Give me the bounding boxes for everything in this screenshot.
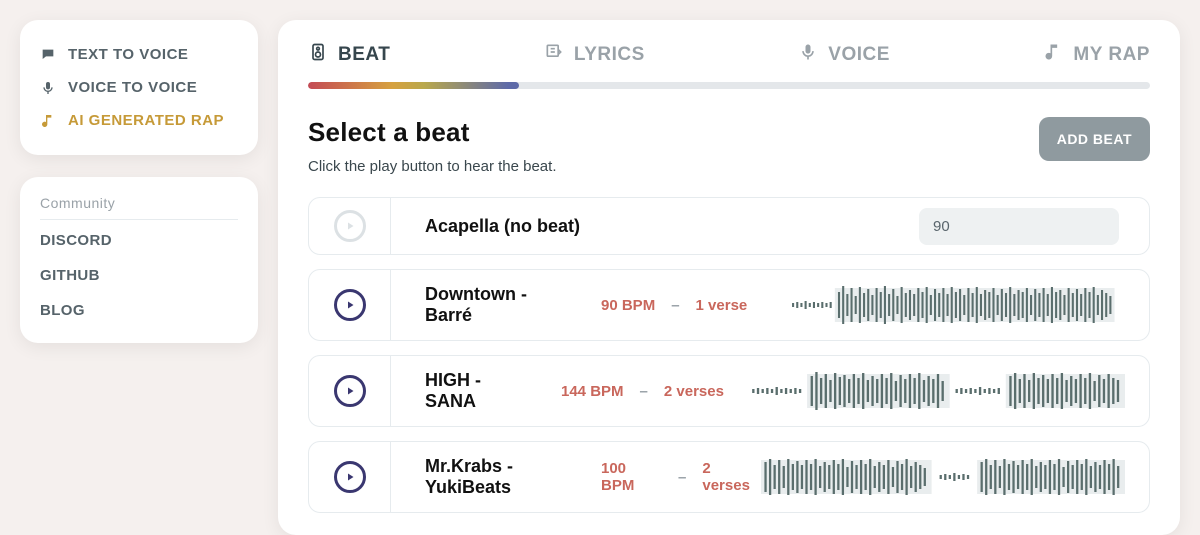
beat-title: Mr.Krabs - YukiBeats xyxy=(391,442,601,512)
beat-verses: 2 verses xyxy=(664,383,724,400)
sidebar-nav-card: TEXT TO VOICE VOICE TO VOICE AI GENERATE… xyxy=(20,20,258,155)
play-button[interactable] xyxy=(334,289,366,321)
progress-bar xyxy=(308,82,1150,89)
nav-text-to-voice[interactable]: TEXT TO VOICE xyxy=(40,38,238,71)
nav-label: VOICE TO VOICE xyxy=(68,79,197,96)
sidebar: TEXT TO VOICE VOICE TO VOICE AI GENERATE… xyxy=(20,20,258,535)
nav-voice-to-voice[interactable]: VOICE TO VOICE xyxy=(40,71,238,104)
chat-icon xyxy=(40,47,56,63)
beat-bpm: 90 BPM xyxy=(601,297,655,314)
beat-row[interactable]: Mr.Krabs - YukiBeats 100 BPM – 2 verses xyxy=(308,441,1150,513)
beat-verses: 1 verse xyxy=(696,297,748,314)
beat-meta: 100 BPM – 2 verses xyxy=(601,460,761,494)
beat-bpm: 100 BPM xyxy=(601,460,662,494)
bpm-input[interactable] xyxy=(919,208,1119,245)
link-github[interactable]: GITHUB xyxy=(40,255,238,290)
play-button[interactable] xyxy=(334,375,366,407)
meta-dash: – xyxy=(671,297,679,314)
step-label: LYRICS xyxy=(574,44,645,66)
beat-meta: 144 BPM – 2 verses xyxy=(561,383,751,400)
waveform[interactable] xyxy=(791,276,1149,334)
step-my-rap[interactable]: MY RAP xyxy=(1043,42,1150,68)
beat-row[interactable]: HIGH - SANA 144 BPM – 2 verses xyxy=(308,355,1150,427)
beat-row[interactable]: Downtown - Barré 90 BPM – 1 verse xyxy=(308,269,1150,341)
add-beat-button[interactable]: ADD BEAT xyxy=(1039,117,1150,161)
progress-fill xyxy=(308,82,519,89)
waveform[interactable] xyxy=(761,448,1149,506)
link-blog[interactable]: BLOG xyxy=(40,290,238,325)
music-icon xyxy=(40,113,56,129)
waveform[interactable] xyxy=(751,362,1149,420)
nav-label: TEXT TO VOICE xyxy=(68,46,188,63)
mic-icon xyxy=(798,42,818,68)
beat-list: Acapella (no beat) Downtown - Barré 90 B… xyxy=(308,197,1150,513)
waveform-svg xyxy=(761,454,1125,500)
play-button[interactable] xyxy=(334,210,366,242)
step-voice[interactable]: VOICE xyxy=(798,42,890,68)
step-label: VOICE xyxy=(828,44,890,66)
step-lyrics[interactable]: LYRICS xyxy=(544,42,645,68)
waveform-svg xyxy=(791,282,1125,328)
beat-title: Acapella (no beat) xyxy=(391,202,606,251)
beat-bpm: 144 BPM xyxy=(561,383,624,400)
nav-label: AI GENERATED RAP xyxy=(68,112,224,129)
mic-icon xyxy=(40,80,56,96)
community-heading: Community xyxy=(40,195,238,220)
link-discord[interactable]: DISCORD xyxy=(40,220,238,255)
play-button[interactable] xyxy=(334,461,366,493)
waveform-svg xyxy=(751,368,1125,414)
beat-title: HIGH - SANA xyxy=(391,356,561,426)
beat-meta: 90 BPM – 1 verse xyxy=(601,297,791,314)
beat-verses: 2 verses xyxy=(702,460,761,494)
sidebar-community-card: Community DISCORD GITHUB BLOG xyxy=(20,177,258,343)
page-title: Select a beat xyxy=(308,117,557,148)
lyrics-icon xyxy=(544,42,564,68)
speaker-icon xyxy=(308,42,328,68)
page-subtitle: Click the play button to hear the beat. xyxy=(308,158,557,175)
step-tabs: BEAT LYRICS VOICE MY RAP xyxy=(308,42,1150,68)
step-label: BEAT xyxy=(338,44,390,66)
step-beat[interactable]: BEAT xyxy=(308,42,390,68)
main-panel: BEAT LYRICS VOICE MY RAP xyxy=(278,20,1180,535)
step-label: MY RAP xyxy=(1073,44,1150,66)
beat-row-acapella[interactable]: Acapella (no beat) xyxy=(308,197,1150,255)
music-icon xyxy=(1043,42,1063,68)
nav-ai-rap[interactable]: AI GENERATED RAP xyxy=(40,104,238,137)
beat-title: Downtown - Barré xyxy=(391,270,601,340)
